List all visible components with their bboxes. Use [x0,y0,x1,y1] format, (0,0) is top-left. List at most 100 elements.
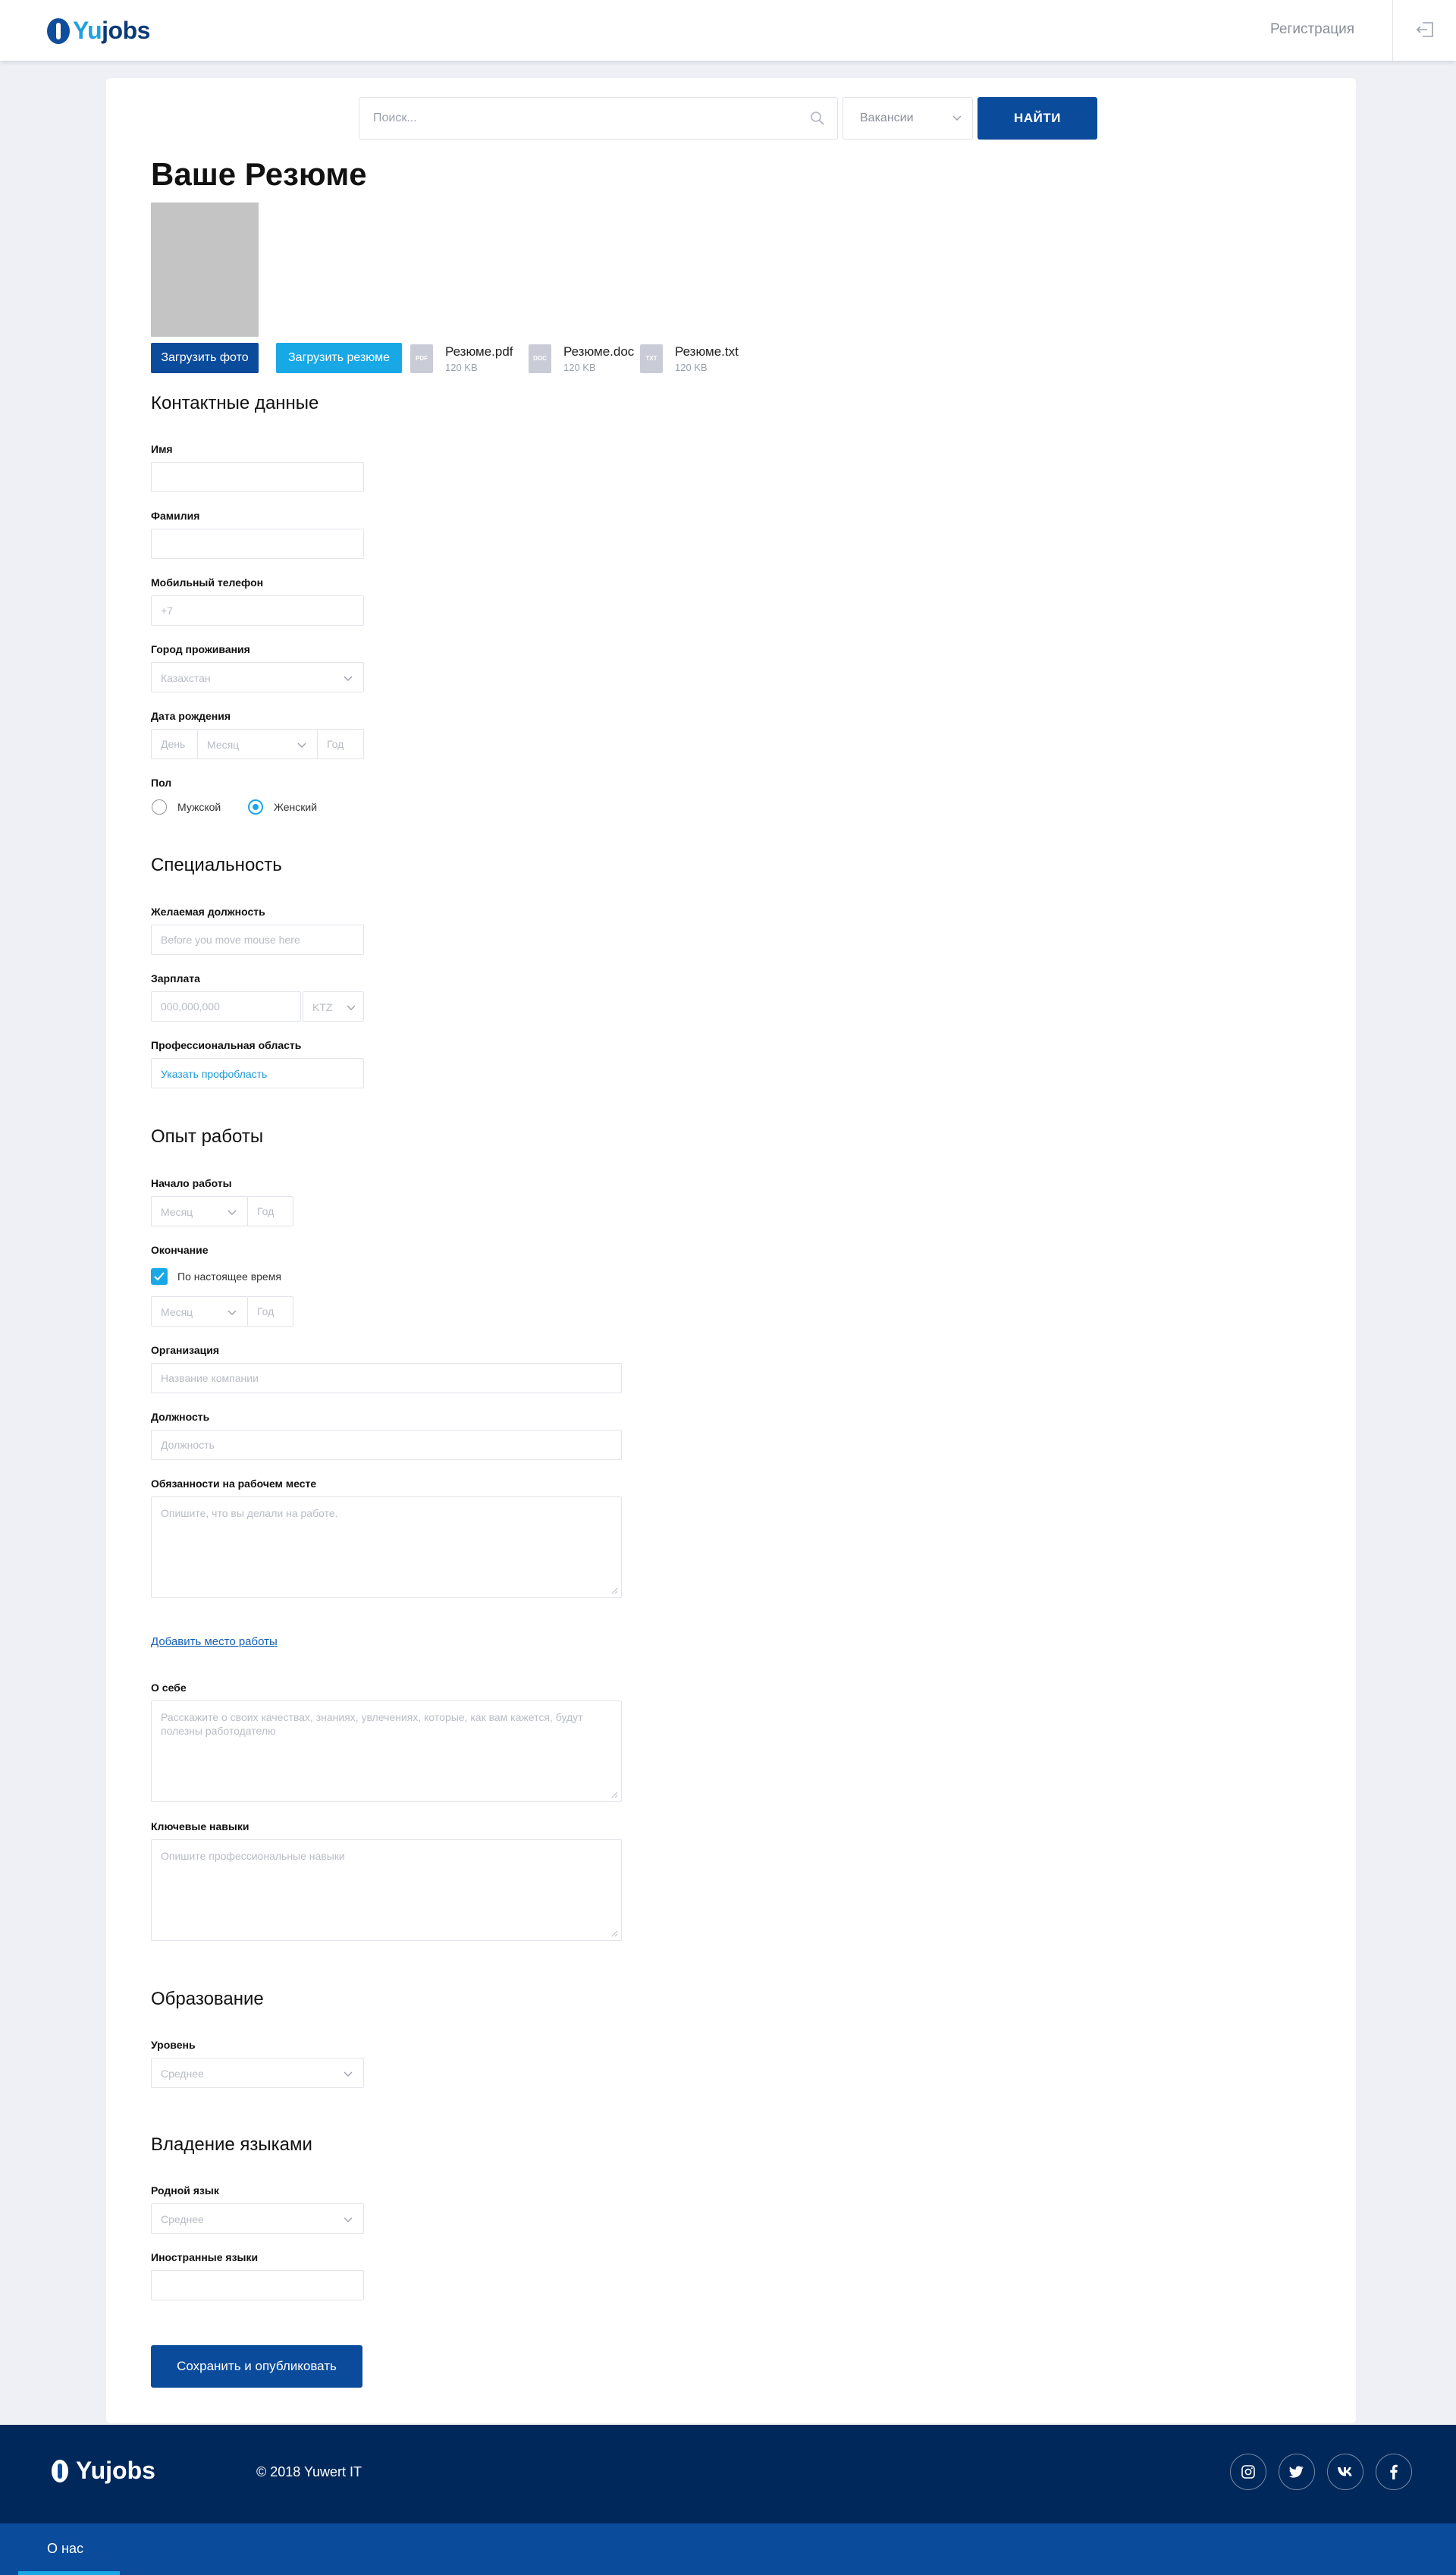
skills-label: Ключевые навыки [151,1820,249,1832]
phone-label: Мобильный телефон [151,576,264,589]
first-name-field[interactable] [151,462,364,492]
file-name: Резюме.txt [675,344,739,359]
foreign-languages-label: Иностранные языки [151,2251,259,2263]
facebook-icon[interactable] [1376,2454,1412,2490]
vk-icon[interactable] [1327,2454,1363,2490]
logo-jobs: jobs [102,17,150,44]
instagram-icon[interactable] [1230,2454,1266,2490]
prof-area-link[interactable]: Указать профобласть [161,1068,267,1080]
education-level-value: Среднее [161,2068,204,2080]
last-name-field[interactable] [151,529,364,559]
chevron-down-icon [344,2071,353,2077]
file-size: 120 KB [445,362,478,373]
job-field[interactable] [151,1430,622,1460]
birth-date-label: Дата рождения [151,710,231,722]
phone-field[interactable] [151,595,364,626]
search-type-select[interactable]: Вакансии [843,97,973,140]
birth-month-value: Месяц [207,739,240,751]
upload-photo-button[interactable]: Загрузить фото [151,343,259,373]
city-select[interactable]: Казахстан [151,662,364,692]
present-label[interactable]: По настоящее время [177,1270,281,1283]
first-name-label: Имя [151,443,173,455]
section-title-experience: Опыт работы [151,1126,264,1147]
native-language-select[interactable]: Среднее [151,2203,364,2234]
logout-icon[interactable] [1415,20,1435,39]
chevron-down-icon [344,676,353,681]
site-logo[interactable]: Yujobs [47,17,150,45]
native-language-value: Среднее [161,2213,204,2225]
currency-select[interactable]: KTZ [303,991,364,1022]
start-label: Начало работы [151,1177,232,1189]
end-month-value: Месяц [161,1306,193,1318]
search-icon[interactable] [810,111,825,126]
foreign-languages-field[interactable] [151,2270,364,2300]
education-level-select[interactable]: Среднее [151,2058,364,2088]
file-size: 120 KB [563,362,596,373]
desired-position-field[interactable] [151,925,364,955]
search-input[interactable] [373,98,798,139]
chevron-down-icon [228,1210,237,1215]
add-workplace-link[interactable]: Добавить место работы [151,1635,278,1648]
gender-male-radio[interactable] [152,799,167,815]
end-label: Окончание [151,1244,209,1256]
gender-female-radio[interactable] [248,799,263,815]
city-label: Город проживания [151,643,250,655]
file-size: 120 KB [675,362,708,373]
page-title: Ваше Резюме [151,156,367,192]
txt-file-icon: TXT [640,344,663,373]
footer: Yujobs © 2018 Yuwert IT [0,2425,1456,2523]
duties-textarea[interactable] [151,1496,622,1598]
twitter-icon[interactable] [1279,2454,1315,2490]
register-link[interactable]: Регистрация [1270,21,1354,38]
footer-logo[interactable]: Yujobs [52,2457,155,2485]
about-us-link[interactable]: О нас [47,2541,83,2557]
birth-year-field[interactable] [317,729,364,759]
org-field[interactable] [151,1363,622,1393]
file-name: Резюме.doc [563,344,635,359]
currency-value: KTZ [312,1001,333,1013]
resize-grip-icon[interactable] [610,1930,618,1937]
about-textarea[interactable] [151,1700,622,1802]
search-type-value: Вакансии [860,111,914,124]
education-level-label: Уровень [151,2039,196,2051]
start-month-select[interactable]: Месяц [151,1196,248,1226]
section-title-languages: Владение языками [151,2134,312,2155]
position-label: Желаемая должность [151,906,265,918]
job-label: Должность [151,1411,210,1423]
birth-day-field[interactable] [151,729,198,759]
search-box[interactable] [359,97,838,140]
chevron-down-icon [344,2217,353,2222]
prof-area-label: Профессиональная область [151,1039,302,1051]
prof-area-field[interactable]: Указать профобласть [151,1058,364,1088]
bottom-nav-bar: О нас [0,2523,1456,2575]
end-year-field[interactable] [247,1296,293,1327]
gender-male-label[interactable]: Мужской [177,801,221,813]
footer-logo-text: Yujobs [76,2457,155,2484]
active-tab-indicator [18,2571,120,2575]
duties-label: Обязанности на рабочем месте [151,1477,317,1490]
upload-resume-button[interactable]: Загрузить резюме [276,343,402,373]
save-publish-button[interactable]: Сохранить и опубликовать [151,2345,362,2388]
resize-grip-icon[interactable] [610,1587,618,1594]
gender-female-label[interactable]: Женский [274,801,317,813]
skills-textarea[interactable] [151,1839,622,1941]
file-name: Резюме.pdf [445,344,513,359]
birth-month-select[interactable]: Месяц [197,729,318,759]
checkmark-icon [154,1272,165,1281]
present-checkbox[interactable] [151,1268,168,1285]
find-button[interactable]: НАЙТИ [977,97,1097,140]
start-year-field[interactable] [247,1196,293,1226]
header-divider [1392,0,1393,61]
native-language-label: Родной язык [151,2184,219,2197]
end-month-select[interactable]: Месяц [151,1296,248,1327]
resize-grip-icon[interactable] [610,1791,618,1798]
copyright: © 2018 Yuwert IT [256,2464,362,2479]
section-title-contacts: Контактные данные [151,393,319,413]
salary-field[interactable] [151,991,301,1022]
chevron-down-icon [347,1005,356,1010]
logo-yu: Yu [73,17,102,44]
footer-logo-mark-icon [52,2459,68,2482]
section-title-specialty: Специальность [151,855,282,875]
chevron-down-icon [952,115,962,121]
top-header: Yujobs Регистрация [0,0,1456,61]
